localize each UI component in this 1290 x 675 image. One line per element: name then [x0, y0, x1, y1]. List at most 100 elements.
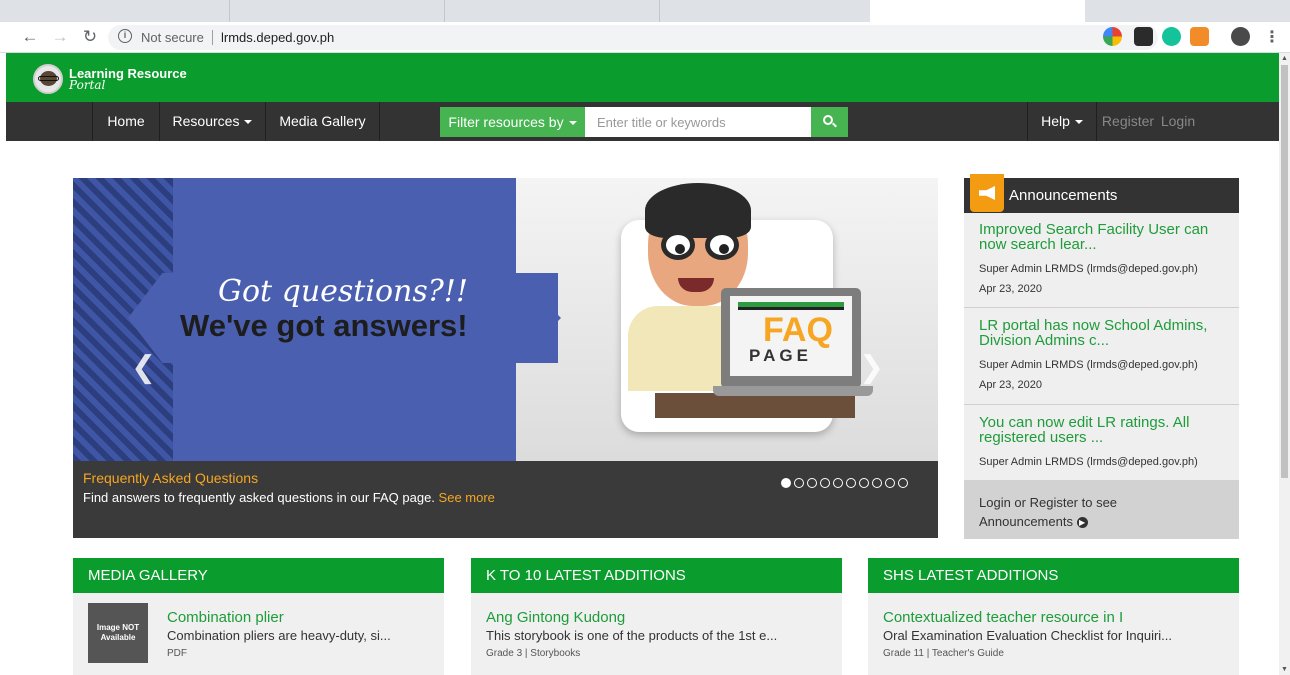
faq-word: FAQ — [763, 311, 833, 349]
scroll-up-icon[interactable]: ▲ — [1281, 55, 1288, 62]
panel-title: SHS LATEST ADDITIONS — [883, 567, 1059, 584]
forward-icon[interactable]: → — [50, 27, 70, 47]
profile-avatar-icon[interactable] — [1231, 27, 1250, 46]
item-title-link[interactable]: Combination plier — [167, 609, 284, 626]
announcement-item: LR portal has now School Admins, Divisio… — [964, 309, 1239, 405]
carousel-dot[interactable] — [820, 478, 830, 488]
logo-subtitle[interactable]: Portal — [69, 78, 105, 92]
nav-login-label: Login — [1160, 113, 1196, 129]
announcements-footer[interactable]: Login or Register to see Announcements ▶ — [964, 480, 1239, 539]
k10-latest-panel: K TO 10 LATEST ADDITIONS Ang Gintong Kud… — [471, 558, 842, 675]
browser-tab[interactable] — [445, 0, 660, 22]
media-gallery-panel: MEDIA GALLERY Image NOT Available Combin… — [73, 558, 444, 675]
announcement-item: Improved Search Facility User can now se… — [964, 213, 1239, 308]
desk — [655, 393, 855, 418]
caret-down-icon — [568, 121, 577, 126]
security-label[interactable]: Not secure — [141, 30, 204, 45]
item-meta: Grade 11 | Teacher's Guide — [883, 648, 1004, 659]
nav-help-dropdown[interactable]: Help — [1028, 102, 1096, 141]
caption-title: Frequently Asked Questions — [83, 470, 259, 486]
info-icon[interactable]: i — [118, 29, 132, 43]
search-button[interactable] — [811, 107, 848, 137]
announcement-link[interactable]: LR portal has now School Admins, Divisio… — [979, 318, 1229, 348]
announcement-author: Super Admin LRMDS (lrmds@deped.gov.ph) — [979, 359, 1198, 371]
carousel-indicators — [781, 475, 911, 493]
clapper-extension-icon[interactable] — [1134, 27, 1153, 46]
panel-header: K TO 10 LATEST ADDITIONS — [471, 558, 842, 593]
item-title-link[interactable]: Ang Gintong Kudong — [486, 609, 625, 626]
hero-carousel[interactable]: Got questions?!! We've got answers! FAQ … — [73, 178, 938, 538]
carousel-dot[interactable] — [885, 478, 895, 488]
see-more-link[interactable]: See more — [439, 490, 495, 505]
carousel-caption: Frequently Asked Questions Find answers … — [73, 461, 938, 538]
reload-icon[interactable]: ↻ — [80, 27, 100, 47]
announcement-link[interactable]: You can now edit LR ratings. All registe… — [979, 415, 1229, 445]
omnibox[interactable]: i Not secure lrmds.deped.gov.ph ☆ — [108, 25, 1158, 50]
caret-down-icon — [244, 120, 253, 125]
carousel-dot[interactable] — [794, 478, 804, 488]
announcements-panel: Announcements Improved Search Facility U… — [964, 174, 1239, 539]
carousel-dot[interactable] — [898, 478, 908, 488]
carousel-dot[interactable] — [846, 478, 856, 488]
character-glasses — [705, 230, 739, 260]
nav-register[interactable]: Register — [1100, 102, 1156, 141]
laptop-dark-bar — [738, 307, 844, 310]
item-description: This storybook is one of the products of… — [486, 628, 778, 643]
scroll-down-icon[interactable]: ▼ — [1281, 666, 1288, 673]
logo-icon[interactable] — [33, 64, 63, 94]
caption-text: Find answers to frequently asked questio… — [83, 490, 435, 505]
panel-title: K TO 10 LATEST ADDITIONS — [486, 567, 686, 584]
item-title-link[interactable]: Contextualized teacher resource in I — [883, 609, 1123, 626]
carousel-prev-icon[interactable]: ❮ — [131, 350, 156, 385]
browser-tab[interactable] — [230, 0, 445, 22]
carousel-dot[interactable] — [872, 478, 882, 488]
hero-headline-2: We've got answers! — [180, 308, 468, 343]
carousel-next-icon[interactable]: ❯ — [859, 350, 884, 385]
browser-tab-active[interactable] — [870, 0, 1085, 22]
carousel-dot[interactable] — [859, 478, 869, 488]
omnibox-separator — [212, 30, 213, 45]
nav-home[interactable]: Home — [93, 102, 159, 141]
nav-login[interactable]: Login — [1158, 102, 1198, 141]
browser-menu-icon[interactable]: ⋮ — [1264, 27, 1280, 47]
panel-header: SHS LATEST ADDITIONS — [868, 558, 1239, 593]
nav-resources-label: Resources — [172, 113, 240, 129]
nav-divider — [379, 102, 380, 141]
announcement-author: Super Admin LRMDS (lrmds@deped.gov.ph) — [979, 456, 1198, 468]
announcement-date: Apr 23, 2020 — [979, 283, 1042, 295]
grammarly-icon[interactable] — [1162, 27, 1181, 46]
extension-icon[interactable] — [1103, 27, 1122, 46]
character-hair — [645, 183, 751, 238]
nav-register-label: Register — [1101, 113, 1155, 129]
nav-resources-dropdown[interactable]: Resources — [160, 102, 265, 141]
extension-orange-icon[interactable] — [1190, 27, 1209, 46]
announcements-footer-text: Login or Register to see Announcements — [979, 495, 1118, 529]
nav-home-label: Home — [107, 113, 145, 129]
url-text[interactable]: lrmds.deped.gov.ph — [221, 30, 334, 45]
filter-resources-dropdown[interactable]: Filter resources by — [440, 107, 585, 137]
address-bar: ← → ↻ i Not secure lrmds.deped.gov.ph ☆ … — [0, 22, 1290, 53]
nav-media-gallery-label: Media Gallery — [279, 113, 366, 129]
thumbnail-placeholder[interactable]: Image NOT Available — [88, 603, 148, 663]
scroll-thumb[interactable] — [1281, 65, 1288, 478]
caret-down-icon — [1074, 120, 1083, 125]
carousel-dot[interactable] — [781, 478, 791, 488]
carousel-dot[interactable] — [807, 478, 817, 488]
browser-tabstrip — [0, 0, 1290, 22]
announcement-item: You can now edit LR ratings. All registe… — [964, 406, 1239, 480]
carousel-dot[interactable] — [833, 478, 843, 488]
panel-title: MEDIA GALLERY — [88, 567, 208, 584]
announcement-link[interactable]: Improved Search Facility User can now se… — [979, 222, 1229, 252]
announcements-header: Announcements — [964, 174, 1239, 213]
item-meta: PDF — [167, 648, 187, 659]
filter-label: Filter resources by — [448, 114, 564, 130]
page-scrollbar[interactable]: ▲ ▼ — [1279, 53, 1290, 675]
announcement-date: Apr 23, 2020 — [979, 379, 1042, 391]
laptop-base — [713, 386, 873, 396]
search-input[interactable] — [585, 107, 811, 137]
nav-media-gallery[interactable]: Media Gallery — [266, 102, 379, 141]
browser-tab[interactable] — [0, 0, 230, 22]
caption-text-row: Find answers to frequently asked questio… — [83, 490, 495, 505]
item-meta: Grade 3 | Storybooks — [486, 648, 581, 659]
back-icon[interactable]: ← — [20, 27, 40, 47]
